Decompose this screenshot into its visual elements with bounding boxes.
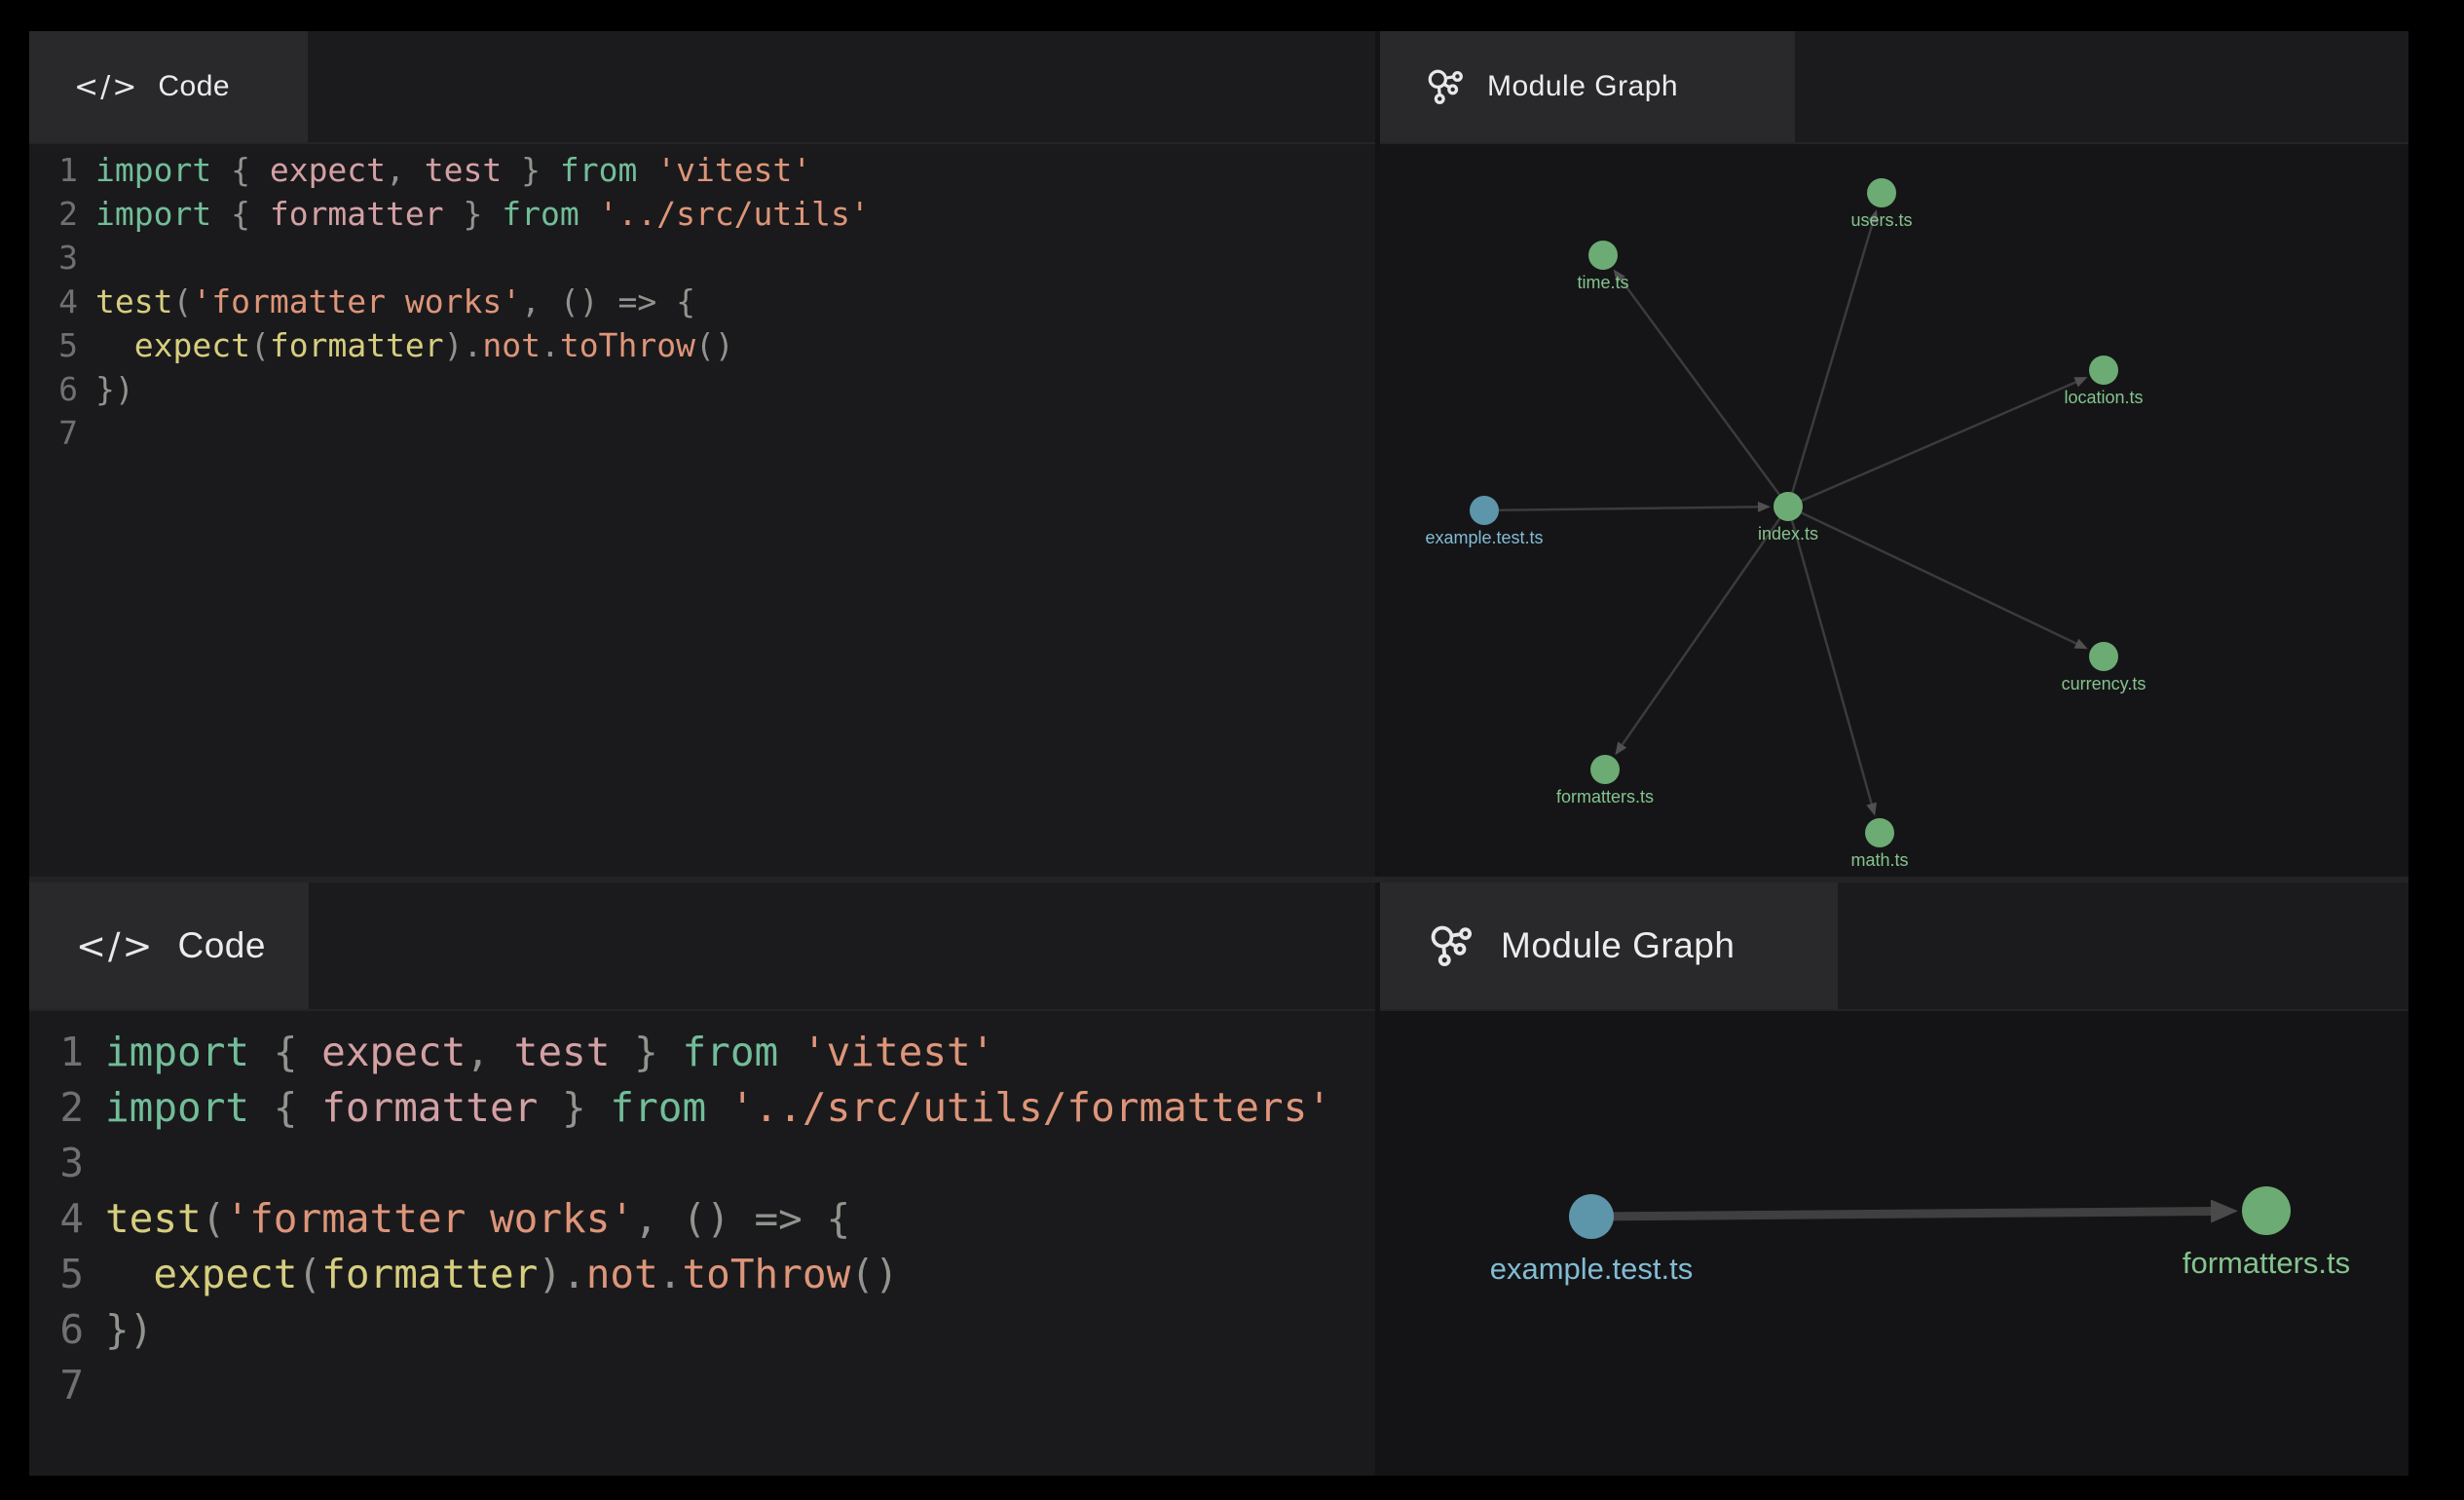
code-line: 6}) bbox=[53, 1302, 1375, 1358]
code-editor[interactable]: 1import { expect, test } from 'vitest'2i… bbox=[29, 1011, 1375, 1476]
module-graph-top-tabbar: Module Graph bbox=[1380, 31, 2408, 144]
line-number: 7 bbox=[53, 1358, 84, 1413]
tab-label: Module Graph bbox=[1487, 70, 1678, 103]
graph-node-label: time.ts bbox=[1577, 273, 1628, 292]
code-line: 3 bbox=[53, 236, 1375, 280]
code-panel-top-tabbar: </> Code bbox=[29, 31, 1375, 144]
graph-node-label: formatters.ts bbox=[1556, 787, 1654, 806]
code-line: 3 bbox=[53, 1136, 1375, 1191]
code-panel-bottom: </> Code 1import { expect, test } from '… bbox=[29, 882, 1375, 1476]
tab-module-graph[interactable]: Module Graph bbox=[1380, 882, 1838, 1009]
line-number: 3 bbox=[53, 236, 78, 280]
graph-node-label: index.ts bbox=[1758, 524, 1818, 544]
module-graph-svg-top: users.ts time.ts location.ts example.test.t… bbox=[1380, 144, 2408, 877]
graph-edge bbox=[1621, 280, 1788, 506]
graph-edge bbox=[1788, 506, 2076, 644]
graph-node-users[interactable] bbox=[1867, 178, 1896, 207]
graph-node-example-test[interactable] bbox=[1470, 496, 1499, 525]
module-graph-panel-top: Module Graph users.ts time.ts location.ts e… bbox=[1380, 31, 2408, 877]
code-line: 4test('formatter works', () => { bbox=[53, 280, 1375, 323]
module-graph-panel-bottom: Module Graph example.test.ts formatters.t… bbox=[1380, 882, 2408, 1476]
tab-label: Module Graph bbox=[1501, 925, 1735, 966]
module-graph-icon bbox=[1423, 64, 1468, 109]
line-number: 1 bbox=[53, 1025, 84, 1080]
graph-node-label: users.ts bbox=[1850, 210, 1912, 230]
line-number: 6 bbox=[53, 367, 78, 411]
graph-node-label: currency.ts bbox=[2062, 674, 2147, 694]
code-line: 5 expect(formatter).not.toThrow() bbox=[53, 1247, 1375, 1302]
code-line: 7 bbox=[53, 411, 1375, 455]
tab-code[interactable]: </> Code bbox=[29, 882, 309, 1009]
module-graph-svg-bottom: example.test.ts formatters.ts bbox=[1380, 1011, 2408, 1476]
graph-node-label: example.test.ts bbox=[1425, 528, 1543, 547]
tab-label: Code bbox=[158, 70, 230, 103]
graph-edge bbox=[1788, 382, 2076, 506]
code-icon: </> bbox=[76, 925, 154, 967]
code-panel-top: </> Code 1import { expect, test } from '… bbox=[29, 31, 1375, 877]
line-number: 4 bbox=[53, 1191, 84, 1247]
code-line: 7 bbox=[53, 1358, 1375, 1413]
code-line: 2import { formatter } from '../src/utils… bbox=[53, 1080, 1375, 1136]
app-container: </> Code 1import { expect, test } from '… bbox=[29, 31, 2408, 1476]
code-line: 6}) bbox=[53, 367, 1375, 411]
tab-label: Code bbox=[177, 925, 265, 966]
code-line: 2import { formatter } from '../src/utils… bbox=[53, 192, 1375, 236]
line-number: 5 bbox=[53, 323, 78, 367]
line-number: 1 bbox=[53, 148, 78, 192]
graph-node-formatters[interactable] bbox=[2242, 1186, 2291, 1235]
line-number: 4 bbox=[53, 280, 78, 323]
graph-node-label: example.test.ts bbox=[1490, 1252, 1693, 1286]
tab-module-graph[interactable]: Module Graph bbox=[1380, 31, 1795, 142]
code-panel-bottom-tabbar: </> Code bbox=[29, 882, 1375, 1011]
graph-node-time[interactable] bbox=[1588, 241, 1618, 270]
code-line: 1import { expect, test } from 'vitest' bbox=[53, 1025, 1375, 1080]
graph-edge bbox=[1788, 506, 1872, 804]
graph-node-location[interactable] bbox=[2089, 356, 2118, 385]
tab-code[interactable]: </> Code bbox=[29, 31, 308, 142]
line-number: 2 bbox=[53, 192, 78, 236]
graph-node-index[interactable] bbox=[1773, 492, 1803, 521]
module-graph-canvas[interactable]: example.test.ts formatters.ts bbox=[1380, 1011, 2408, 1476]
graph-node-currency[interactable] bbox=[2089, 642, 2118, 671]
graph-node-label: formatters.ts bbox=[2183, 1246, 2350, 1280]
line-number: 5 bbox=[53, 1247, 84, 1302]
graph-node-formatters[interactable] bbox=[1590, 755, 1620, 784]
graph-edge bbox=[1788, 222, 1873, 506]
code-line: 4test('formatter works', () => { bbox=[53, 1191, 1375, 1247]
line-number: 2 bbox=[53, 1080, 84, 1136]
module-graph-icon bbox=[1425, 919, 1477, 972]
module-graph-bottom-tabbar: Module Graph bbox=[1380, 882, 2408, 1011]
graph-node-label: math.ts bbox=[1850, 850, 1908, 870]
code-line: 1import { expect, test } from 'vitest' bbox=[53, 148, 1375, 192]
graph-edge-arrowhead bbox=[1758, 502, 1771, 512]
line-number: 3 bbox=[53, 1136, 84, 1191]
graph-node-math[interactable] bbox=[1865, 818, 1894, 847]
module-graph-canvas[interactable]: users.ts time.ts location.ts example.test.t… bbox=[1380, 144, 2408, 877]
graph-edge bbox=[1591, 1211, 2211, 1217]
line-number: 6 bbox=[53, 1302, 84, 1358]
graph-node-example-test[interactable] bbox=[1569, 1194, 1614, 1239]
code-editor[interactable]: 1import { expect, test } from 'vitest'2i… bbox=[29, 144, 1375, 877]
code-line: 5 expect(formatter).not.toThrow() bbox=[53, 323, 1375, 367]
graph-edge-arrowhead bbox=[1866, 803, 1877, 816]
graph-edge-arrowhead bbox=[2211, 1199, 2238, 1222]
graph-edge bbox=[1484, 506, 1758, 510]
graph-node-label: location.ts bbox=[2064, 388, 2143, 407]
line-number: 7 bbox=[53, 411, 78, 455]
code-icon: </> bbox=[74, 70, 138, 104]
graph-edge-arrowhead bbox=[1615, 741, 1626, 755]
